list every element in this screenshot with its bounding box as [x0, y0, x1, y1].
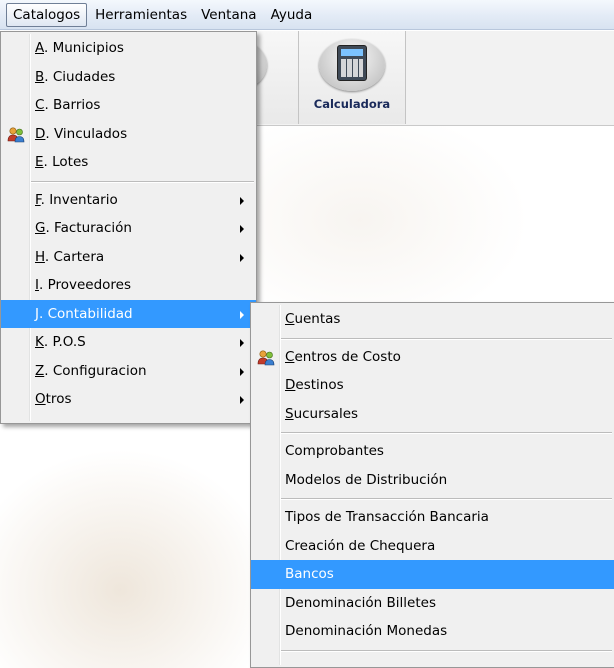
calculator-label: Calculadora — [313, 97, 391, 111]
menu-bar: Catalogos Herramientas Ventana Ayuda — [0, 0, 614, 30]
submenu-item-sucursales[interactable]: Sucursales — [251, 400, 614, 429]
accelerator-key: D — [35, 125, 46, 142]
menu-item-label: . Ciudades — [44, 68, 116, 85]
menu-separator — [251, 428, 614, 437]
menu-item-label: . Municipios — [44, 40, 124, 56]
menu-item-label: . Lotes — [43, 154, 89, 170]
menu-separator — [1, 177, 256, 186]
menu-item-inventario[interactable]: F. Inventario — [1, 186, 256, 215]
toolbar: to Calculadora — [201, 31, 614, 126]
menu-item-label: Comprobantes — [285, 443, 384, 459]
accelerator-key: Z — [35, 362, 45, 379]
accelerator-key: D — [285, 377, 296, 393]
menu-item-label: Modelos de Distribución — [285, 471, 448, 488]
accelerator-key: H — [35, 248, 45, 265]
submenu-arrow-icon — [240, 253, 244, 262]
menu-item-label: . Cartera — [44, 248, 105, 265]
menu-item-lotes[interactable]: E. Lotes — [1, 148, 256, 177]
menu-item-label: ucursales — [293, 405, 359, 422]
submenu-arrow-icon — [240, 310, 244, 319]
accelerator-key: E — [35, 154, 44, 170]
submenu-item-denominacion-monedas[interactable]: Denominación Monedas — [251, 617, 614, 646]
menu-separator — [251, 494, 614, 503]
menu-item-label: . Inventario — [40, 191, 118, 208]
catalogos-menu: A. Municipios B. Ciudades C. Barrios D. … — [0, 31, 257, 424]
menu-herramientas[interactable]: Herramientas — [89, 4, 193, 26]
submenu-item-bancos[interactable]: Bancos — [251, 560, 614, 589]
menu-item-ciudades[interactable]: B. Ciudades — [1, 63, 256, 92]
calculator-icon — [337, 45, 367, 81]
accelerator-key: O — [35, 391, 46, 407]
menu-item-label: Bancos — [285, 566, 334, 582]
menu-item-vinculados[interactable]: D. Vinculados — [1, 120, 256, 149]
submenu-arrow-icon — [240, 339, 244, 347]
submenu-arrow-icon — [240, 225, 244, 233]
menu-item-label: . Configuracion — [44, 362, 147, 379]
calculator-button[interactable]: Calculadora — [298, 31, 406, 124]
menu-item-label: . Facturación — [45, 220, 132, 236]
menu-item-label: Creación de Chequera — [285, 537, 436, 554]
submenu-item-comprobantes[interactable]: Comprobantes — [251, 437, 614, 466]
submenu-item-tipos-de-transaccion-bancaria[interactable]: Tipos de Transacción Bancaria — [251, 503, 614, 532]
menu-item-label: . Vinculados — [45, 125, 128, 142]
people-group-icon — [7, 126, 25, 142]
submenu-item-creacion-de-chequera[interactable]: Creación de Chequera — [251, 532, 614, 561]
menu-ayuda[interactable]: Ayuda — [265, 4, 319, 26]
menu-item-label: Denominación Billetes — [285, 594, 436, 611]
menu-item-label: Tipos de Transacción Bancaria — [285, 509, 489, 525]
menu-item-label: . Proveedores — [38, 277, 132, 293]
menu-item-label: estinos — [295, 377, 344, 393]
accelerator-key: K — [35, 334, 44, 350]
menu-catalogos[interactable]: Catalogos — [6, 2, 88, 27]
menu-separator — [251, 646, 614, 655]
menu-item-facturacion[interactable]: G. Facturación — [1, 214, 256, 243]
menu-item-label: Denominación Monedas — [285, 623, 448, 639]
menu-item-label: . Barrios — [44, 97, 101, 113]
menu-item-otros[interactable]: Otros — [1, 385, 256, 414]
menu-separator — [251, 334, 614, 343]
menu-item-pos[interactable]: K. P.O.S — [1, 328, 256, 357]
menu-item-label: uentas — [294, 311, 341, 327]
contabilidad-submenu: Cuentas Centros de Costo Destinos Sucurs… — [250, 302, 614, 668]
menu-item-configuracion[interactable]: Z. Configuracion — [1, 357, 256, 386]
menu-item-cartera[interactable]: H. Cartera — [1, 243, 256, 272]
menu-item-label: tros — [45, 391, 72, 407]
menu-item-label: entros de Costo — [294, 348, 401, 365]
people-group-icon — [257, 349, 275, 365]
menu-item-municipios[interactable]: A. Municipios — [1, 34, 256, 63]
submenu-item-destinos[interactable]: Destinos — [251, 371, 614, 400]
accelerator-key: S — [285, 405, 294, 422]
submenu-arrow-icon — [240, 367, 244, 376]
submenu-item-centros-de-costo[interactable]: Centros de Costo — [251, 343, 614, 372]
accelerator-key: A — [35, 40, 44, 56]
submenu-arrow-icon — [240, 396, 244, 404]
submenu-item-modelos-de-distribucion[interactable]: Modelos de Distribución — [251, 466, 614, 495]
menu-item-proveedores[interactable]: I. Proveedores — [1, 271, 256, 300]
menu-item-contabilidad[interactable]: J. Contabilidad — [1, 299, 256, 328]
accelerator-key: B — [35, 68, 45, 85]
accelerator-key: G — [35, 220, 46, 236]
menu-item-label: . P.O.S — [43, 334, 86, 350]
submenu-arrow-icon — [240, 196, 244, 205]
menu-item-label: . Contabilidad — [38, 305, 133, 322]
menu-ventana[interactable]: Ventana — [195, 4, 262, 26]
menu-item-barrios[interactable]: C. Barrios — [1, 91, 256, 120]
submenu-item-denominacion-billetes[interactable]: Denominación Billetes — [251, 589, 614, 618]
submenu-item-cuentas[interactable]: Cuentas — [251, 305, 614, 334]
